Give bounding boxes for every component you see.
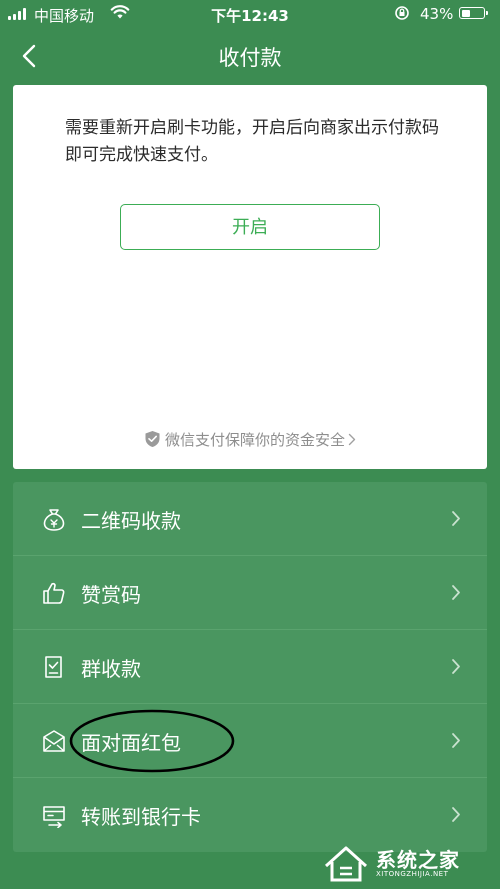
battery-fill [461,9,471,17]
house-logo-icon [324,846,368,882]
chevron-right-icon [348,433,356,446]
watermark-subtext: XITONGZHIJIA.NET [376,870,449,878]
thumbs-up-icon [43,582,65,604]
menu-item-label: 转账到银行卡 [81,805,201,829]
red-envelope-icon [43,730,65,752]
menu-item-qr-collect[interactable]: 二维码收款 [13,482,487,556]
menu-item-label: 二维码收款 [81,509,181,533]
chevron-right-icon [452,733,460,748]
nav-bar: 收付款 [0,30,500,82]
document-check-icon [45,656,62,678]
page-title: 收付款 [218,46,282,70]
payment-menu: 二维码收款 赞赏码 群收款 面对面红包 转账到银行卡 [13,482,487,852]
shield-icon [145,431,160,447]
payment-code-card: 需要重新开启刷卡功能，开启后向商家出示付款码即可完成快速支付。 开启 微信支付保… [13,85,487,469]
status-bar: 中国移动 下午12:43 43% [0,0,500,28]
menu-item-label: 群收款 [81,657,141,681]
chevron-right-icon [452,659,460,674]
open-button[interactable]: 开启 [120,204,380,250]
watermark: 系统之家 XITONGZHIJIA.NET [318,840,498,888]
highlight-ellipse [69,709,235,773]
battery-percent: 43% [420,5,454,23]
security-link[interactable]: 微信支付保障你的资金安全 [13,429,487,450]
menu-item-group-collect[interactable]: 群收款 [13,630,487,704]
chevron-right-icon [452,511,460,526]
rotation-lock-icon [395,6,409,20]
security-text: 微信支付保障你的资金安全 [164,431,345,449]
card-message: 需要重新开启刷卡功能，开启后向商家出示付款码即可完成快速支付。 [65,118,439,165]
chevron-right-icon [452,585,460,600]
chevron-right-icon [452,807,460,822]
bank-card-transfer-icon [43,806,65,828]
watermark-text: 系统之家 [376,848,460,872]
menu-item-label: 赞赏码 [81,583,141,607]
menu-item-reward-code[interactable]: 赞赏码 [13,556,487,630]
money-bag-icon [43,509,65,531]
battery-icon [459,7,488,19]
